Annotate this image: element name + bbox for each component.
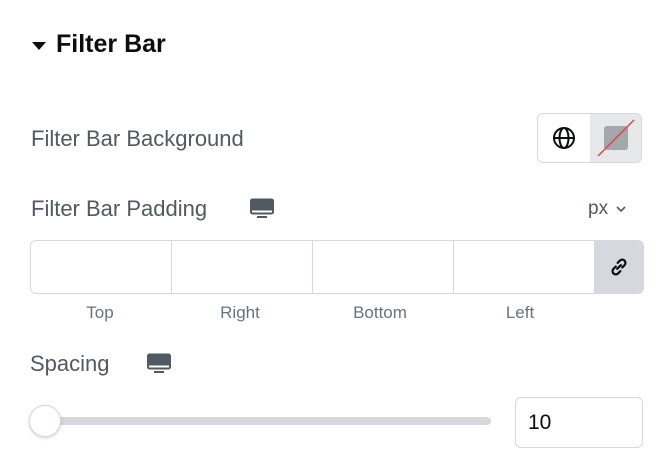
padding-label: Filter Bar Padding [31,196,208,221]
globe-icon [553,127,575,149]
link-icon [611,258,627,276]
caret-down-icon [32,41,46,50]
desktop-icon[interactable] [147,353,171,375]
section-toggle[interactable]: Filter Bar [32,30,166,59]
spacing-number-input[interactable] [515,397,643,448]
padding-left-input[interactable] [454,241,595,293]
unit-select[interactable]: px [588,198,626,220]
no-color-swatch-icon [596,119,635,157]
padding-top-label: Top [86,303,114,322]
padding-top-input[interactable] [31,241,172,293]
padding-right-input[interactable] [172,241,313,293]
spacing-label: Spacing [30,351,110,376]
background-control [537,113,642,163]
padding-right-label: Right [220,303,260,322]
padding-bottom-input[interactable] [313,241,454,293]
spacing-slider-handle[interactable] [29,405,61,437]
padding-bottom-label: Bottom [353,303,407,322]
color-picker-button[interactable] [590,114,641,162]
link-values-button[interactable] [595,241,643,293]
global-colors-button[interactable] [538,114,590,162]
unit-value: px [588,198,609,219]
chevron-down-icon [616,205,626,212]
section-title: Filter Bar [56,30,166,58]
desktop-icon[interactable] [250,198,274,220]
padding-left-label: Left [505,303,535,322]
background-label: Filter Bar Background [31,126,244,151]
spacing-slider-track[interactable] [45,417,491,425]
padding-dimensions [30,240,644,294]
